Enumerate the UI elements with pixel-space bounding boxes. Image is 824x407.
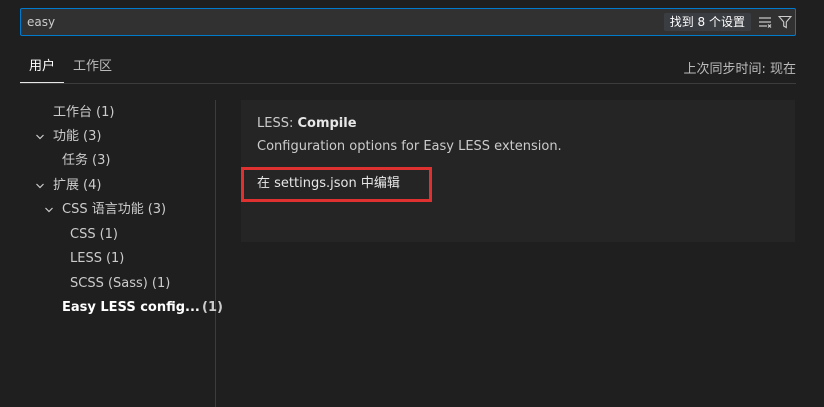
tree-item-tasks[interactable]: 任务 (3)	[62, 149, 110, 173]
setting-description: Configuration options for Easy LESS exte…	[257, 139, 562, 154]
chevron-down-icon[interactable]	[33, 181, 47, 191]
settings-search-bar[interactable]: 找到 8 个设置	[20, 8, 796, 36]
tree-item-label: CSS	[70, 227, 96, 242]
tree-item-count: (1)	[151, 276, 171, 291]
tree-item-label: 扩展	[53, 178, 80, 193]
tree-item-features[interactable]: 功能 (3)	[33, 125, 101, 149]
tree-item-less[interactable]: LESS (1)	[70, 247, 124, 271]
tree-item-label: 功能	[53, 129, 80, 144]
setting-item-less-compile: LESS: Compile Configuration options for …	[241, 100, 795, 242]
tree-item-count: (1)	[105, 251, 125, 266]
tree-item-label: SCSS (Sass)	[70, 276, 148, 291]
tree-item-label: CSS 语言功能	[62, 202, 144, 217]
settings-editor: 找到 8 个设置 用户 工作区 上次同步时间: 现在 工作台 (1)	[0, 0, 824, 407]
chevron-down-icon[interactable]	[33, 132, 47, 142]
tree-item-count: (3)	[83, 129, 102, 144]
tree-item-label: LESS	[70, 251, 102, 266]
tree-item-count: (3)	[147, 202, 167, 217]
tree-item-count: (4)	[83, 178, 102, 193]
tree-item-count: (1)	[202, 300, 223, 315]
tree-item-extensions[interactable]: 扩展 (4)	[33, 174, 101, 198]
tree-item-easy-less-config[interactable]: Easy LESS config... (1)	[62, 296, 223, 320]
tree-item-label: Easy LESS config...	[62, 300, 200, 315]
tree-item-label: 工作台	[53, 105, 93, 120]
settings-scope-tabs: 用户 工作区 上次同步时间: 现在	[20, 52, 796, 84]
edit-in-settings-json-link[interactable]: 在 settings.json 中编辑	[241, 167, 432, 202]
settings-toc-tree: 工作台 (1) 功能 (3) 任务 (3) 扩展 (4) CSS 语言功能 (3…	[20, 100, 223, 407]
search-input[interactable]	[21, 9, 664, 35]
chevron-down-icon[interactable]	[42, 205, 56, 215]
tree-item-label: 任务	[62, 153, 89, 168]
setting-name: Compile	[297, 116, 357, 131]
tab-user[interactable]: 用户	[20, 53, 65, 83]
setting-title: LESS: Compile	[257, 116, 357, 131]
tree-item-workbench[interactable]: 工作台 (1)	[53, 101, 114, 125]
setting-category: LESS:	[257, 116, 298, 131]
sync-status: 上次同步时间: 现在	[683, 62, 796, 77]
tab-workspace[interactable]: 工作区	[64, 53, 121, 83]
search-result-badge: 找到 8 个设置	[663, 13, 751, 31]
tree-item-count: (3)	[92, 153, 111, 168]
tree-item-scss[interactable]: SCSS (Sass) (1)	[70, 272, 170, 296]
tree-item-css-language-features[interactable]: CSS 语言功能 (3)	[42, 198, 166, 222]
list-filter-icon[interactable]	[755, 12, 775, 32]
tree-item-count: (1)	[96, 105, 115, 120]
tree-item-css[interactable]: CSS (1)	[70, 223, 118, 247]
funnel-icon[interactable]	[775, 12, 795, 32]
tree-item-count: (1)	[99, 227, 119, 242]
